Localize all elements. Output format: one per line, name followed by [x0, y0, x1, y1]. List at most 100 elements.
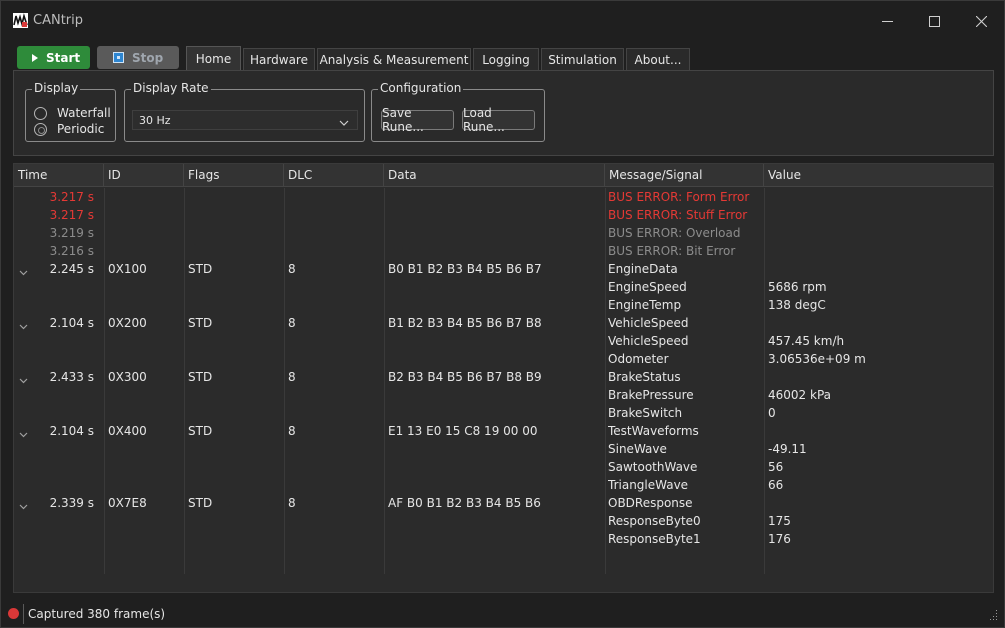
stop-button[interactable]: Stop — [97, 46, 179, 69]
cell-data — [388, 206, 603, 224]
cell-time — [36, 404, 94, 422]
tab-hardware[interactable]: Hardware — [243, 48, 315, 71]
home-tab-panel: Display Waterfall Periodic Display Rate … — [13, 70, 994, 156]
cell-value: 5686 rpm — [768, 280, 827, 294]
cell-message-signal: TriangleWave — [608, 478, 689, 492]
header-id[interactable]: ID — [104, 164, 184, 187]
header-message-signal[interactable]: Message/Signal — [605, 164, 764, 187]
minimize-button[interactable] — [864, 9, 910, 33]
waterfall-radio[interactable]: Waterfall — [34, 106, 111, 120]
table-row[interactable]: VehicleSpeed 457.45 km/h — [14, 332, 993, 350]
cell-dlc — [288, 206, 382, 224]
table-row[interactable]: 3.219 s BUS ERROR: Overload — [14, 224, 993, 242]
cell-dlc — [288, 404, 382, 422]
table-row[interactable]: EngineTemp 138 degC — [14, 296, 993, 314]
cell-value — [768, 260, 988, 278]
maximize-button[interactable] — [911, 9, 957, 33]
tab-logging[interactable]: Logging — [473, 48, 539, 71]
cell-id — [108, 530, 182, 548]
cell-id — [108, 296, 182, 314]
cell-id: 0X200 — [108, 316, 147, 330]
waterfall-radio-circle[interactable] — [34, 106, 47, 120]
table-row[interactable]: BrakeSwitch 0 — [14, 404, 993, 422]
cell-flags — [188, 458, 282, 476]
cell-id: 0X7E8 — [108, 496, 147, 510]
message-table[interactable]: Time ID Flags DLC Data Message/Signal Va… — [13, 163, 994, 593]
tab-analysis-measurement[interactable]: Analysis & Measurement — [317, 48, 471, 71]
display-rate-select[interactable]: 30 Hz — [132, 110, 358, 130]
cell-dlc — [288, 386, 382, 404]
expand-chevron-icon[interactable] — [19, 265, 28, 279]
cell-flags — [188, 512, 282, 530]
status-bar: Captured 380 frame(s) — [1, 601, 1004, 627]
cell-flags: STD — [188, 262, 213, 276]
cell-message-signal: BUS ERROR: Bit Error — [608, 244, 736, 258]
tab-stimulation[interactable]: Stimulation — [541, 48, 624, 71]
cell-time: 2.104 s — [49, 424, 94, 438]
table-row[interactable]: ResponseByte0 175 — [14, 512, 993, 530]
table-row[interactable]: 2.104 s 0X200 STD 8 B1 B2 B3 B4 B5 B6 B7 B8 V… — [14, 314, 993, 332]
table-row[interactable]: SineWave -49.11 — [14, 440, 993, 458]
cell-flags — [188, 332, 282, 350]
table-row[interactable]: SawtoothWave 56 — [14, 458, 993, 476]
status-divider — [23, 604, 24, 624]
cell-message-signal: EngineTemp — [608, 298, 682, 312]
periodic-radio[interactable]: Periodic — [34, 122, 104, 136]
resize-grip-icon[interactable] — [990, 609, 998, 623]
header-dlc[interactable]: DLC — [284, 164, 384, 187]
table-row[interactable]: 2.104 s 0X400 STD 8 E1 13 E0 15 C8 19 00 00 T… — [14, 422, 993, 440]
display-group: Display Waterfall Periodic — [25, 81, 116, 142]
header-flags[interactable]: Flags — [184, 164, 284, 187]
cell-message-signal: ResponseByte0 — [608, 514, 701, 528]
window-title: CANtrip — [33, 13, 84, 28]
cell-dlc — [288, 530, 382, 548]
table-row[interactable]: EngineSpeed 5686 rpm — [14, 278, 993, 296]
table-row[interactable]: 3.217 s BUS ERROR: Stuff Error — [14, 206, 993, 224]
header-time[interactable]: Time — [14, 164, 104, 187]
cell-id — [108, 206, 182, 224]
tab-about[interactable]: About... — [626, 48, 690, 71]
capture-status-indicator — [8, 608, 19, 619]
cell-message-signal: OBDResponse — [608, 496, 693, 510]
cell-message-signal: VehicleSpeed — [608, 316, 689, 330]
cell-value: 46002 kPa — [768, 388, 831, 402]
expand-chevron-icon[interactable] — [19, 373, 28, 387]
periodic-radio-circle[interactable] — [34, 122, 47, 136]
app-logo-icon — [13, 13, 28, 28]
table-row[interactable]: 2.339 s 0X7E8 STD 8 AF B0 B1 B2 B3 B4 B5 B6 O… — [14, 494, 993, 512]
start-button[interactable]: Start — [17, 46, 90, 69]
save-rune-button[interactable]: Save Rune... — [381, 106, 454, 134]
table-row[interactable]: 3.216 s BUS ERROR: Bit Error — [14, 242, 993, 260]
cell-time — [36, 332, 94, 350]
table-row[interactable]: 3.217 s BUS ERROR: Form Error — [14, 188, 993, 206]
expand-chevron-icon[interactable] — [19, 427, 28, 441]
cell-flags — [188, 224, 282, 242]
cell-data — [388, 224, 603, 242]
header-data[interactable]: Data — [384, 164, 605, 187]
cell-message-signal: EngineSpeed — [608, 280, 687, 294]
table-row[interactable]: 2.245 s 0X100 STD 8 B0 B1 B2 B3 B4 B5 B6 B7 E… — [14, 260, 993, 278]
cell-time: 3.217 s — [49, 208, 94, 222]
expand-chevron-icon[interactable] — [19, 499, 28, 513]
cell-dlc: 8 — [288, 496, 296, 510]
table-row[interactable]: Odometer 3.06536e+09 m — [14, 350, 993, 368]
table-row[interactable]: 2.433 s 0X300 STD 8 B2 B3 B4 B5 B6 B7 B8 B9 B… — [14, 368, 993, 386]
table-row[interactable]: BrakePressure 46002 kPa — [14, 386, 993, 404]
cell-id — [108, 386, 182, 404]
table-row[interactable]: ResponseByte1 176 — [14, 530, 993, 548]
configuration-title: Configuration — [378, 81, 464, 95]
expand-chevron-icon[interactable] — [19, 319, 28, 333]
tab-home[interactable]: Home — [186, 46, 241, 71]
cell-flags — [188, 206, 282, 224]
close-button[interactable] — [958, 9, 1004, 33]
load-rune-button[interactable]: Load Rune... — [462, 106, 535, 134]
cell-dlc: 8 — [288, 424, 296, 438]
cell-message-signal: VehicleSpeed — [608, 334, 689, 348]
cell-id — [108, 332, 182, 350]
cell-id — [108, 476, 182, 494]
cell-dlc — [288, 278, 382, 296]
cell-data: B0 B1 B2 B3 B4 B5 B6 B7 — [388, 262, 542, 276]
table-row[interactable]: TriangleWave 66 — [14, 476, 993, 494]
cell-flags — [188, 386, 282, 404]
header-value[interactable]: Value — [764, 164, 993, 187]
